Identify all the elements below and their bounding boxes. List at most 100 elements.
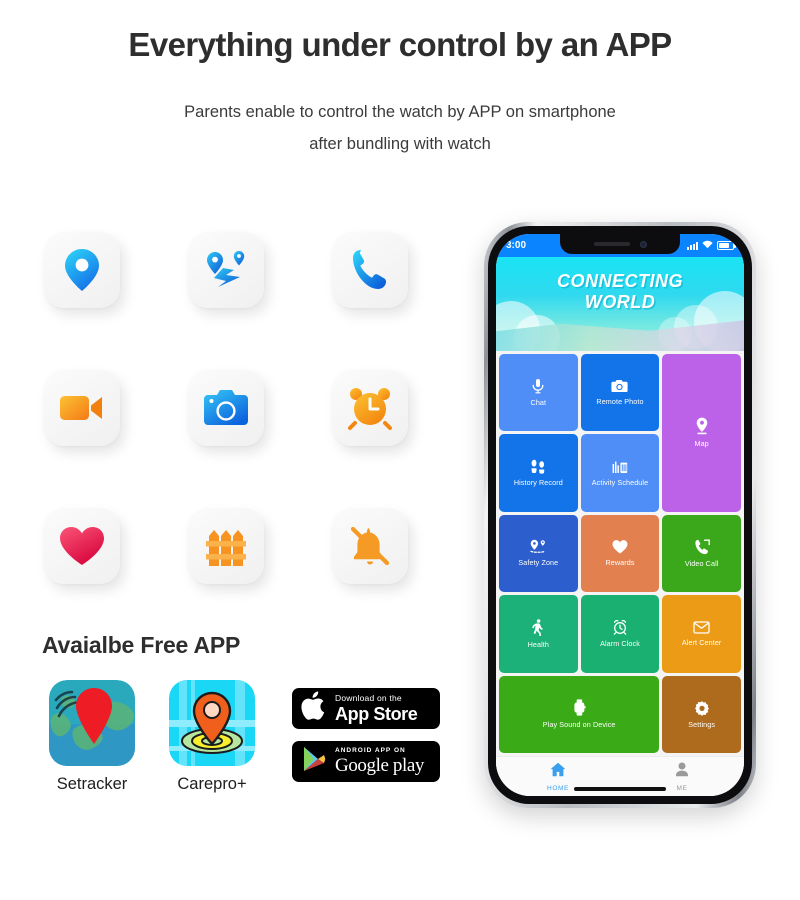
status-bar-time: 3:00 [506, 240, 527, 251]
feature-card-fence [188, 508, 264, 584]
phone-body: 3:00 CONNECTING WORLD Chat Remote Photo … [488, 226, 752, 804]
tile-activity-schedule[interactable]: Activity Schedule [580, 434, 660, 512]
tile-label: Remote Photo [596, 397, 644, 407]
tile-label: Map [694, 439, 709, 449]
free-app-title: Avaialbe Free APP [42, 632, 241, 658]
carepro-app-icon [169, 680, 255, 766]
tile-safety-zone[interactable]: Safety Zone [499, 514, 578, 593]
subtitle-line-1: Parents enable to control the watch by A… [184, 103, 616, 121]
envelope-icon [693, 621, 710, 634]
feature-card-alarm [332, 370, 408, 446]
tile-label: Activity Schedule [591, 477, 649, 487]
feature-card-health [44, 508, 120, 584]
feature-card-phone [332, 232, 408, 308]
earpiece-speaker-icon [593, 242, 630, 246]
google-play-badge-title: Google play [335, 755, 424, 777]
feature-card-donotdisturb [332, 508, 408, 584]
tile-rewards[interactable]: Rewards [580, 514, 660, 593]
microphone-icon [531, 378, 545, 394]
banner-title: CONNECTING WORLD [496, 271, 744, 313]
apple-logo-icon [301, 691, 327, 726]
feature-card-location [44, 232, 120, 308]
tab-label: HOME [547, 784, 569, 792]
map-pin-icon [695, 417, 709, 435]
app-store-badge[interactable]: Download on the App Store [292, 688, 440, 729]
feature-card-video [44, 370, 120, 446]
tile-label: Chat [530, 398, 547, 408]
tile-play-sound-on-device[interactable]: Play Sound on Device [499, 675, 660, 753]
gear-icon [694, 700, 710, 716]
tile-label: Play Sound on Device [542, 720, 616, 730]
signal-bars-icon [687, 241, 698, 250]
tile-remote-photo[interactable]: Remote Photo [580, 354, 660, 432]
tile-history-record[interactable]: History Record [499, 434, 578, 512]
app-banner: CONNECTING WORLD [496, 257, 744, 351]
geofence-pin-icon [529, 539, 547, 554]
phone-mockup: 3:00 CONNECTING WORLD Chat Remote Photo … [484, 222, 756, 808]
tile-label: History Record [513, 478, 563, 488]
phone-call-icon [349, 248, 391, 292]
bar-chart-icon [612, 460, 628, 474]
watch-icon [573, 699, 586, 716]
tile-alarm-clock[interactable]: Alarm Clock [580, 595, 660, 673]
app-label-carepro: Carepro+ [177, 775, 247, 793]
person-icon [675, 762, 689, 782]
home-icon [550, 762, 566, 782]
camera-icon [203, 389, 249, 427]
status-bar-indicators [687, 240, 736, 252]
tile-label: Health [527, 639, 550, 649]
wifi-icon [702, 240, 713, 252]
video-camera-icon [59, 392, 105, 424]
tile-label: Alarm Clock [600, 639, 640, 649]
tile-label: Video Call [684, 558, 719, 568]
tile-label: Safety Zone [518, 558, 559, 568]
app-tile-grid: Chat Remote Photo Map History Record Act… [496, 351, 744, 756]
front-camera-icon [639, 240, 647, 248]
feature-card-camera [188, 370, 264, 446]
fence-icon [205, 524, 247, 568]
promo-page: Everything under control by an APP Paren… [0, 0, 800, 900]
phone-notch [560, 234, 680, 254]
tile-settings[interactable]: Settings [662, 675, 741, 753]
feature-card-route [188, 232, 264, 308]
tile-label: Alert Center [681, 637, 722, 647]
phone-screen: 3:00 CONNECTING WORLD Chat Remote Photo … [496, 234, 744, 796]
tile-chat[interactable]: Chat [499, 354, 578, 432]
home-indicator [574, 787, 666, 791]
feature-icon-grid [44, 232, 408, 584]
banner-title-line-1: CONNECTING [557, 271, 683, 291]
footprints-icon [530, 459, 546, 474]
location-pin-icon [62, 247, 102, 293]
banner-title-line-2: WORLD [584, 291, 656, 312]
tile-alert-center[interactable]: Alert Center [662, 595, 741, 673]
subtitle-line-2: after bundling with watch [309, 135, 491, 153]
video-phone-icon [694, 539, 710, 555]
tile-label: Settings [688, 719, 716, 729]
heart-icon [59, 525, 105, 567]
app-item-carepro[interactable]: Carepro+ [164, 680, 260, 794]
app-label-setracker: Setracker [56, 775, 128, 793]
google-play-logo-icon [301, 745, 327, 778]
app-icons-row: Setracker Carepro+ [44, 680, 260, 794]
camera-icon [611, 379, 629, 393]
app-store-badge-title: App Store [335, 703, 418, 724]
tile-map[interactable]: Map [662, 354, 741, 512]
alarm-clock-icon [347, 385, 393, 431]
google-play-badge-small: ANDROID APP ON [335, 746, 406, 754]
tile-video-call[interactable]: Video Call [662, 514, 741, 593]
battery-icon [717, 241, 736, 250]
page-title: Everything under control by an APP [128, 26, 672, 63]
tile-health[interactable]: Health [499, 595, 578, 673]
route-map-icon [203, 249, 249, 291]
bell-off-icon [348, 524, 392, 568]
setracker-app-icon [49, 680, 135, 766]
google-play-badge[interactable]: ANDROID APP ON Google play [292, 741, 440, 782]
app-item-setracker[interactable]: Setracker [44, 680, 140, 794]
alarm-clock-icon [612, 619, 628, 636]
store-badges: Download on the App Store ANDROID APP ON… [292, 688, 440, 782]
app-store-badge-small: Download on the [335, 693, 402, 704]
heart-icon [612, 540, 628, 554]
tile-label: Rewards [605, 557, 635, 567]
tab-label: ME [676, 784, 688, 792]
walking-icon [532, 619, 544, 636]
